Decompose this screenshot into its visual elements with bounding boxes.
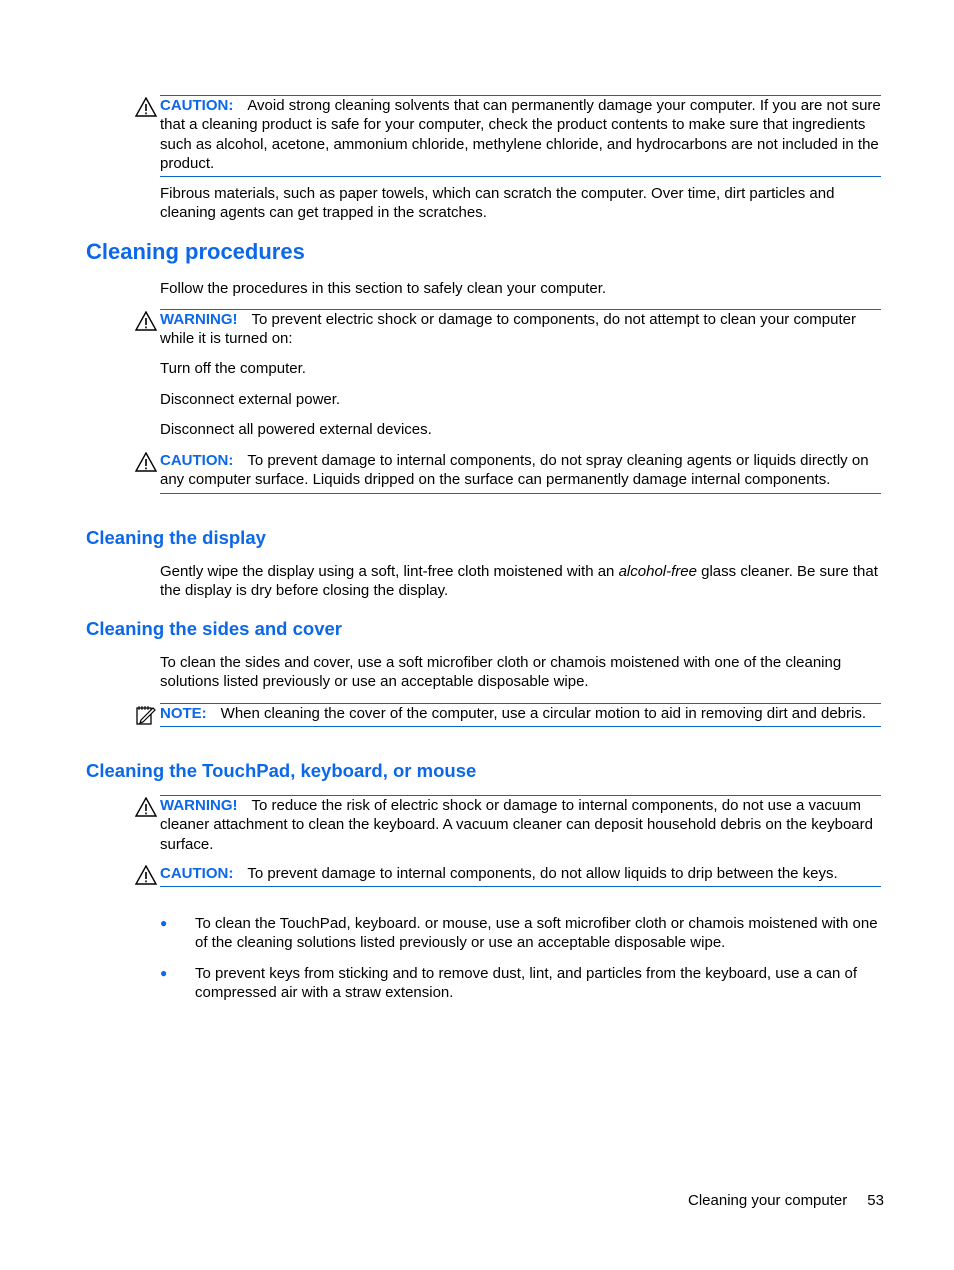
warning-text: To prevent electric shock or damage to c… <box>160 311 856 348</box>
warning-text: To reduce the risk of electric shock or … <box>160 797 873 853</box>
display-text-italic: alcohol-free <box>618 563 697 580</box>
warning-label: WARNING! <box>160 797 238 814</box>
warning-notice: WARNING! To prevent electric shock or dam… <box>135 309 881 352</box>
caution-notice: CAUTION: To prevent damage to internal co… <box>135 864 881 888</box>
list-item: ● To prevent keys from sticking and to r… <box>160 964 882 1003</box>
caution-notice: CAUTION: Avoid strong cleaning solvents t… <box>135 95 881 178</box>
warning-triangle-icon <box>135 452 157 472</box>
note-label: NOTE: <box>160 705 207 722</box>
display-paragraph: Gently wipe the display using a soft, li… <box>160 562 882 601</box>
caution-label: CAUTION: <box>160 97 234 114</box>
warning-triangle-icon <box>135 865 157 885</box>
warning-triangle-icon <box>135 797 157 817</box>
caution-label: CAUTION: <box>160 452 234 469</box>
caution-text: To prevent damage to internal components… <box>160 452 869 489</box>
page-footer: Cleaning your computer 53 <box>688 1192 884 1209</box>
subsection-heading-touchpad: Cleaning the TouchPad, keyboard, or mous… <box>86 760 477 781</box>
caution-text: Avoid strong cleaning solvents that can … <box>160 97 881 172</box>
step-2: Disconnect external power. <box>160 391 341 408</box>
sides-paragraph: To clean the sides and cover, use a soft… <box>160 654 842 691</box>
list-item: ● To clean the TouchPad, keyboard. or mo… <box>160 914 882 953</box>
note-notice: NOTE: When cleaning the cover of the comp… <box>136 703 881 728</box>
list-item-text: To clean the TouchPad, keyboard. or mous… <box>195 915 878 952</box>
footer-section-title: Cleaning your computer <box>688 1192 848 1209</box>
document-page: CAUTION: Avoid strong cleaning solvents t… <box>0 0 954 1270</box>
list-item-text: To prevent keys from sticking and to rem… <box>195 965 857 1002</box>
caution-notice: CAUTION: To prevent damage to internal co… <box>135 451 881 494</box>
display-text: Gently wipe the display using a soft, li… <box>160 563 619 580</box>
step-3: Disconnect all powered external devices. <box>160 421 432 438</box>
warning-triangle-icon <box>135 311 157 331</box>
bullet-icon: ● <box>160 916 168 930</box>
page-number: 53 <box>867 1192 884 1209</box>
warning-label: WARNING! <box>160 311 238 328</box>
procedures-intro: Follow the procedures in this section to… <box>160 280 607 297</box>
note-text: When cleaning the cover of the computer,… <box>220 705 867 722</box>
note-pencil-icon <box>136 706 156 725</box>
warning-notice: WARNING! To reduce the risk of electric s… <box>135 795 881 857</box>
caution-label: CAUTION: <box>160 865 234 882</box>
subsection-heading-sides: Cleaning the sides and cover <box>86 618 342 639</box>
fibrous-paragraph: Fibrous materials, such as paper towels,… <box>160 185 835 222</box>
warning-triangle-icon <box>135 97 157 117</box>
caution-text: To prevent damage to internal components… <box>247 865 838 882</box>
step-1: Turn off the computer. <box>160 360 306 377</box>
section-heading-cleaning-procedures: Cleaning procedures <box>86 239 305 264</box>
subsection-heading-display: Cleaning the display <box>86 527 266 548</box>
bullet-icon: ● <box>160 966 168 980</box>
